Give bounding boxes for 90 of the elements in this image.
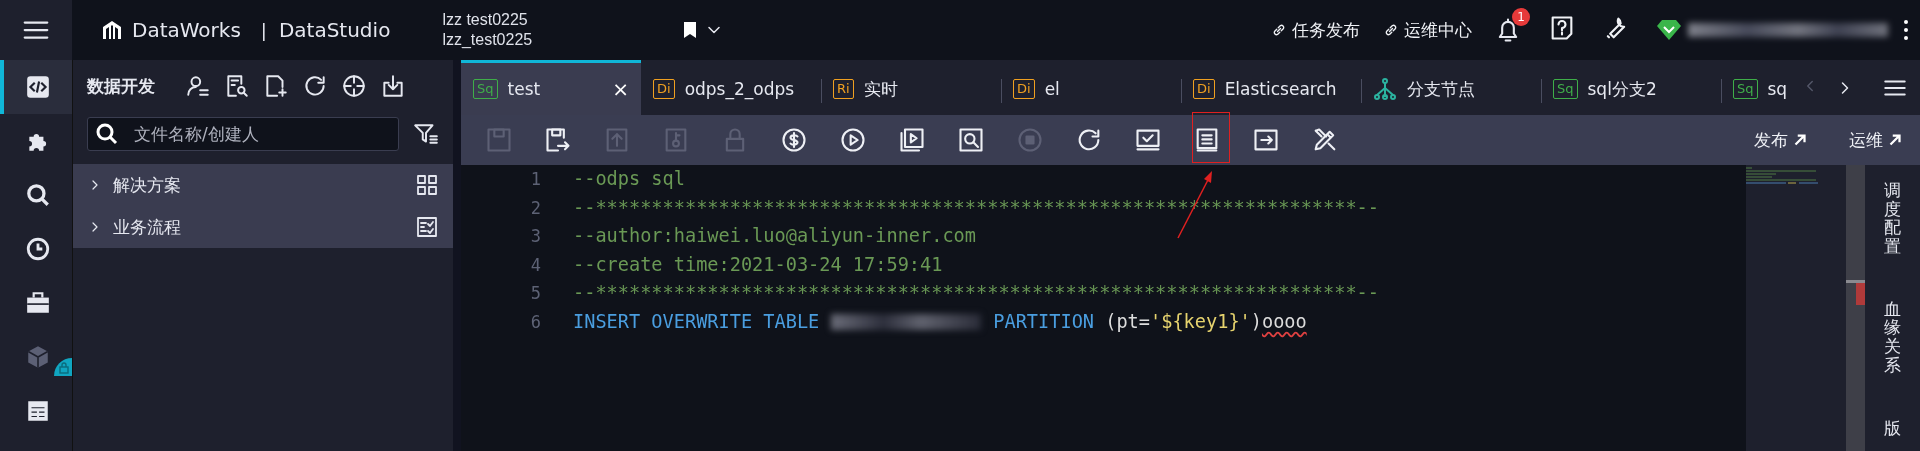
line-number: 1 [529,168,542,191]
workspace-name: lzz_test0225 [442,30,533,50]
module-name: DataStudio [278,18,391,42]
editor-tab[interactable]: Di Elasticsearch [1181,60,1361,115]
tree-label[interactable]: 业务流程 [113,215,405,239]
add-file-icon[interactable] [263,73,289,99]
person-list-icon[interactable] [185,73,211,99]
file-type-badge: Di [1013,79,1035,99]
misspelled-code: oooo [1261,309,1307,334]
search-field[interactable]: 文件名称/创建人 [87,117,399,151]
side-tab[interactable]: 版 [1884,418,1901,438]
tree-item[interactable]: 业务流程 [73,206,453,248]
more-icon[interactable] [1902,18,1910,42]
minimap-drawing [1746,167,1818,184]
table-icon [25,398,51,424]
code-text: (pt= [1104,309,1150,334]
crosshair-icon[interactable] [341,73,367,99]
workspace-name: lzz test0225 [442,10,529,30]
play-stack-icon[interactable] [898,126,926,154]
side-tab[interactable]: 血缘关系 [1884,299,1901,375]
checklist-icon[interactable] [415,215,439,239]
link-label[interactable]: 任务发布 [1292,18,1360,42]
tree-item[interactable]: 解决方案 [73,164,453,206]
code-text: ) [1250,309,1262,334]
editor-tab[interactable]: Sq test × [461,60,641,115]
lock-badge-icon [54,358,72,376]
editor-tab[interactable]: Sq sql分支2 [1541,60,1721,115]
rail-item[interactable] [0,60,72,114]
code-text: PARTITION [993,309,1095,334]
close-button[interactable]: × [612,77,629,101]
import-icon[interactable] [380,73,406,99]
editor-tab[interactable]: Ri 实时 [821,60,1001,115]
file-type-badge: Sq [473,79,498,99]
tab-label[interactable]: test [507,79,603,99]
code-text: --author:haiwei.luo@aliyun-inner.com [573,224,976,248]
code-text: --create time:2021-03-24 17:59:41 [573,252,943,277]
notification-badge: 1 [1512,8,1530,26]
product-name: DataWorks [132,18,241,42]
code-text: INSERT OVERWRITE TABLE [573,309,820,334]
tab-label[interactable]: 分支节点 [1407,77,1529,101]
toolbar-link[interactable]: 发布 [1754,128,1809,152]
toolbar-link[interactable]: 运维 [1849,128,1904,152]
file-type-badge: Sq [1553,79,1578,99]
tree-label[interactable]: 解决方案 [113,173,405,197]
panel-title: 数据开发 [87,74,155,98]
grid-icon[interactable] [415,173,439,197]
editor-tab[interactable]: 分支节点 [1361,60,1541,115]
save-arrow-icon[interactable] [544,126,572,154]
cube-icon [25,344,51,370]
code-icon [25,74,51,100]
line-number: 4 [529,253,542,277]
tab-label[interactable]: el [1044,79,1169,99]
code-text: --odps sql [573,167,685,191]
editor-tab[interactable]: Di el [1001,60,1181,115]
header-link[interactable]: 运维中心 [1382,18,1472,42]
highlight-box [1192,112,1230,163]
line-number: 3 [529,225,542,248]
tab-label[interactable]: Elasticsearch [1224,79,1349,99]
diamond-icon [1656,19,1682,41]
line-number: 2 [529,196,542,220]
tab-label[interactable]: sql分支2 [1587,77,1709,101]
search-icon [95,122,119,146]
code-text: --********************************************************************-- [573,281,1379,305]
header-link[interactable]: 任务发布 [1270,18,1360,42]
tab-label[interactable]: 实时 [863,77,989,101]
link-label[interactable]: 运维中心 [1404,18,1472,42]
document-search-icon[interactable] [224,73,250,99]
tab-label[interactable]: sq [1767,79,1788,99]
dollar-icon[interactable] [780,126,808,154]
bookmark-icon[interactable] [682,21,699,39]
clock-icon [25,236,51,262]
code-text: '${key1}' [1150,309,1251,334]
line-number: 6 [529,310,542,334]
logo-icon [100,18,124,42]
line-number: 5 [529,282,542,305]
editor-tab[interactable]: Di odps_2_odps [641,60,821,115]
search-icon [25,182,51,208]
file-type-badge: Di [1193,79,1215,99]
refresh-icon[interactable] [302,73,328,99]
tab-label[interactable]: odps_2_odps [684,79,809,99]
play-icon[interactable] [839,126,867,154]
side-tab[interactable]: 调度配置 [1884,181,1901,256]
file-type-badge: Ri [833,79,854,99]
magnifier-document-icon[interactable] [957,126,985,154]
editor-tab[interactable]: Sq sq [1721,60,1791,115]
filter-icon[interactable] [413,121,439,147]
briefcase-icon [25,290,51,316]
file-type-badge: Sq [1733,79,1758,99]
separator: | [260,19,267,41]
file-type-badge: Di [653,79,675,99]
